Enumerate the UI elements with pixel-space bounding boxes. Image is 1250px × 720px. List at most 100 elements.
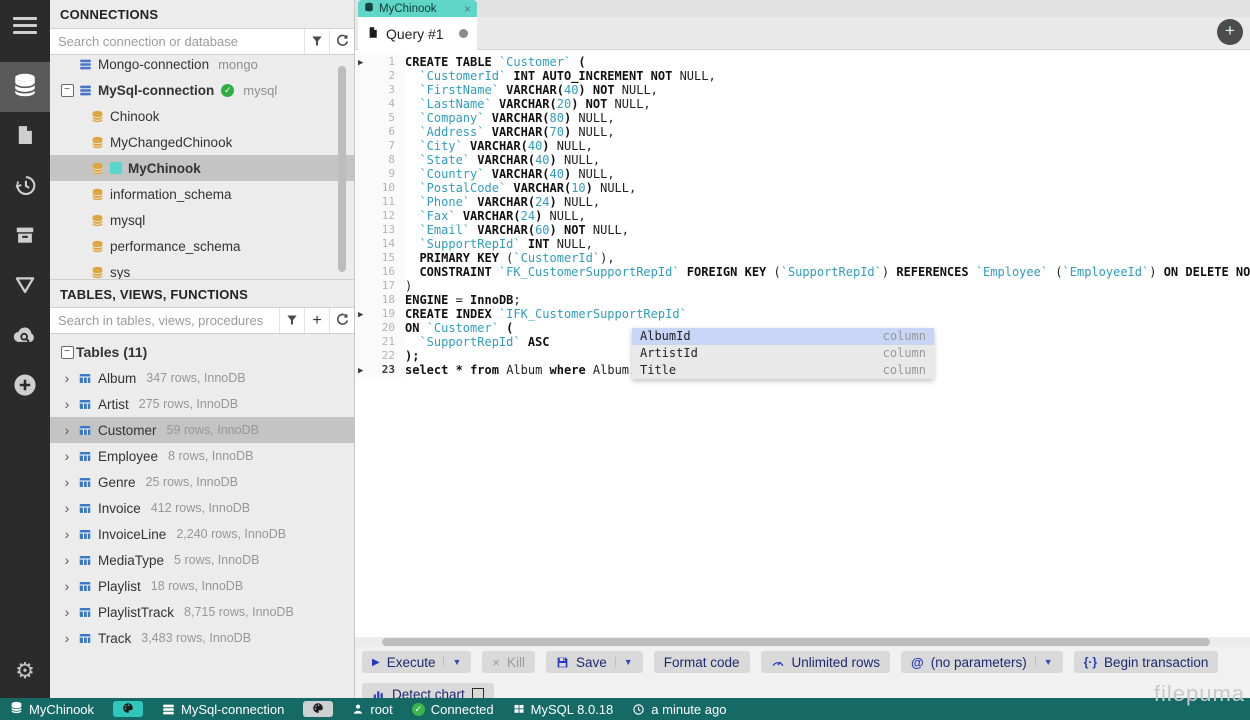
code-text: `Email` VARCHAR(60) NOT NULL,	[419, 223, 629, 237]
line-gutter: 14	[355, 237, 405, 251]
line-gutter[interactable]: ▶ 19	[355, 307, 405, 321]
connection-kind: mongo	[218, 56, 258, 72]
chevron-down-icon[interactable]: ▼	[614, 657, 633, 667]
new-tab-button[interactable]: +	[1217, 19, 1243, 45]
save-button[interactable]: Save ▼	[546, 651, 643, 673]
notes-view-button[interactable]	[0, 112, 50, 162]
expander[interactable]: ›	[58, 371, 76, 385]
tables-group-row[interactable]: − Tables (11)	[50, 339, 354, 365]
chevron-right-icon: ›	[64, 500, 70, 516]
autocomplete-item-title[interactable]: Title column	[632, 362, 934, 379]
expander[interactable]: ›	[58, 475, 76, 489]
editor-horizontal-scrollbar[interactable]	[355, 637, 1250, 647]
database-item-mychinook[interactable]: MyChinook	[50, 155, 354, 181]
expander[interactable]: ›	[58, 579, 76, 593]
database-item-mysql[interactable]: mysql	[50, 207, 354, 233]
database-item-sys[interactable]: sys	[50, 259, 354, 279]
add-connection-button[interactable]	[0, 362, 50, 412]
chevron-down-icon[interactable]: ▼	[1034, 657, 1053, 667]
table-name: Genre	[98, 474, 136, 490]
connections-refresh-button[interactable]	[329, 29, 354, 54]
palette-icon	[312, 702, 324, 717]
tables-refresh-button[interactable]	[329, 308, 354, 333]
database-icon	[88, 240, 106, 253]
table-icon	[76, 502, 94, 515]
grid-icon	[513, 703, 525, 715]
database-item-mychangedchinook[interactable]: MyChangedChinook	[50, 129, 354, 155]
connections-scrollbar[interactable]	[338, 66, 346, 272]
color-badge[interactable]	[303, 701, 334, 717]
unlimited-rows-button[interactable]: Unlimited rows	[760, 651, 891, 673]
table-item-invoiceline[interactable]: › InvoiceLine 2,240 rows, InnoDB	[50, 521, 354, 547]
autocomplete-item-albumid[interactable]: AlbumId column	[632, 328, 934, 345]
filter-view-button[interactable]	[0, 262, 50, 312]
database-icon	[88, 214, 106, 227]
line-gutter: 5	[355, 111, 405, 125]
database-item-chinook[interactable]: Chinook	[50, 103, 354, 129]
history-view-button[interactable]	[0, 162, 50, 212]
table-item-track[interactable]: › Track 3,483 rows, InnoDB	[50, 625, 354, 651]
database-item-performance-schema[interactable]: performance_schema	[50, 233, 354, 259]
run-statement-icon[interactable]: ▶	[358, 308, 363, 322]
run-statement-icon[interactable]: ▶	[358, 364, 363, 378]
connections-view-button[interactable]	[0, 62, 50, 112]
table-item-album[interactable]: › Album 347 rows, InnoDB	[50, 365, 354, 391]
tables-filter-button[interactable]	[279, 308, 304, 333]
expander[interactable]: ›	[58, 501, 76, 515]
cloud-search-button[interactable]	[0, 312, 50, 362]
expander[interactable]: ›	[58, 631, 76, 645]
table-item-invoice[interactable]: › Invoice 412 rows, InnoDB	[50, 495, 354, 521]
code-line-19: ▶ 19 CREATE INDEX `IFK_CustomerSupportRepI…	[355, 307, 1250, 321]
refresh-icon	[336, 34, 349, 50]
table-item-customer[interactable]: › Customer 59 rows, InnoDB	[50, 417, 354, 443]
table-item-playlisttrack[interactable]: › PlaylistTrack 8,715 rows, InnoDB	[50, 599, 354, 625]
table-item-mediatype[interactable]: › MediaType 5 rows, InnoDB	[50, 547, 354, 573]
connections-filter-button[interactable]	[304, 29, 329, 54]
expander[interactable]: −	[58, 345, 76, 359]
chevron-right-icon: ›	[64, 630, 70, 646]
run-statement-icon[interactable]: ▶	[358, 56, 363, 70]
collapse-icon: −	[60, 83, 74, 97]
table-item-genre[interactable]: › Genre 25 rows, InnoDB	[50, 469, 354, 495]
line-gutter[interactable]: ▶ 1	[355, 55, 405, 69]
tab-query-1[interactable]: Query #1	[358, 17, 477, 50]
status-connection-color[interactable]	[303, 701, 334, 717]
code-line-4: 4 `LastName` VARCHAR(20) NOT NULL,	[355, 97, 1250, 111]
expander[interactable]: −	[58, 83, 76, 97]
tables-add-button[interactable]: +	[304, 308, 329, 333]
archive-view-button[interactable]	[0, 212, 50, 262]
tables-search-input[interactable]	[50, 308, 279, 333]
table-item-playlist[interactable]: › Playlist 18 rows, InnoDB	[50, 573, 354, 599]
table-item-employee[interactable]: › Employee 8 rows, InnoDB	[50, 443, 354, 469]
connection-item-mongo-connection[interactable]: Mongo-connection mongo	[50, 55, 354, 77]
scrollbar-thumb[interactable]	[382, 638, 1210, 646]
suggestion-kind: column	[882, 346, 926, 360]
code-text: CONSTRAINT `FK_CustomerSupportRepId` FOR…	[419, 265, 1250, 279]
expander[interactable]: ›	[58, 553, 76, 567]
expander[interactable]: ›	[58, 423, 76, 437]
workspace: MyChinook × Query #1 + ▶ 1 CREATE TABLE `C…	[355, 0, 1250, 705]
color-badge[interactable]	[113, 701, 144, 717]
connections-panel-title: CONNECTIONS	[50, 0, 354, 29]
status-label: Connected	[430, 701, 494, 717]
execute-button[interactable]: ▶ Execute ▼	[362, 651, 472, 673]
begin-transaction-button[interactable]: {·} Begin transaction	[1073, 651, 1219, 673]
database-item-information-schema[interactable]: information_schema	[50, 181, 354, 207]
settings-button[interactable]: ⚙	[0, 658, 50, 684]
expander[interactable]: ›	[58, 527, 76, 541]
chevron-down-icon[interactable]: ▼	[443, 657, 461, 667]
table-item-artist[interactable]: › Artist 275 rows, InnoDB	[50, 391, 354, 417]
line-gutter[interactable]: ▶ 23	[355, 363, 405, 377]
expander[interactable]: ›	[58, 605, 76, 619]
tab-mychinook[interactable]: MyChinook ×	[358, 0, 477, 17]
close-icon[interactable]: ×	[464, 2, 471, 16]
connection-item-mysql-connection[interactable]: − MySql-connection ✓ mysql	[50, 77, 354, 103]
connections-search-input[interactable]	[50, 29, 304, 54]
format-code-button[interactable]: Format code	[653, 651, 750, 673]
parameters-button[interactable]: @ (no parameters) ▼	[901, 651, 1063, 673]
status-database-color[interactable]	[113, 701, 144, 717]
expander[interactable]: ›	[58, 449, 76, 463]
menu-button[interactable]	[0, 0, 50, 50]
expander[interactable]: ›	[58, 397, 76, 411]
autocomplete-item-artistid[interactable]: ArtistId column	[632, 345, 934, 362]
